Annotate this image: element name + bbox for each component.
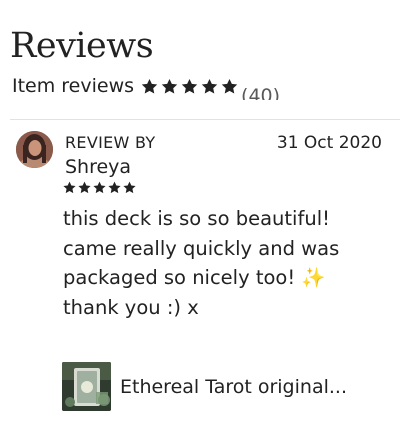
reviewer-name[interactable]: Shreya: [65, 156, 131, 178]
star-icon: [122, 180, 137, 195]
summary-rating-stars: [140, 77, 239, 96]
item-reviews-summary[interactable]: Item reviews (40): [12, 72, 280, 100]
star-icon: [77, 180, 92, 195]
avatar[interactable]: [16, 131, 53, 168]
page-title: Reviews: [10, 26, 154, 66]
star-icon: [62, 180, 77, 195]
star-icon: [200, 77, 219, 96]
product-thumbnail[interactable]: [62, 362, 111, 411]
star-icon: [140, 77, 159, 96]
section-divider: [10, 119, 400, 120]
review-date: 31 Oct 2020: [276, 133, 382, 153]
item-reviews-label: Item reviews: [12, 75, 135, 97]
star-icon: [160, 77, 179, 96]
review-rating-stars: [62, 180, 137, 195]
star-icon: [180, 77, 199, 96]
review-count: (40): [241, 85, 281, 100]
star-icon: [107, 180, 122, 195]
reviewed-product-link[interactable]: Ethereal Tarot original...: [62, 362, 375, 411]
star-icon: [220, 77, 239, 96]
review-by-label: REVIEW BY: [65, 133, 156, 152]
product-name[interactable]: Ethereal Tarot original...: [120, 376, 375, 398]
review-text: this deck is so so beautiful! came reall…: [63, 207, 340, 319]
star-icon: [92, 180, 107, 195]
